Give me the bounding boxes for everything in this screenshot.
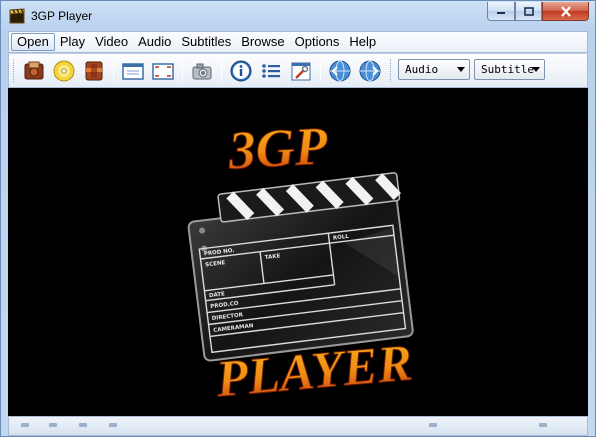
fullscreen-button[interactable] — [150, 58, 176, 84]
clapperboard-graphic: PROD NO. SCENE TAKE ROLL DATE PROD.CO DI… — [187, 172, 414, 362]
snapshot-button[interactable] — [189, 58, 215, 84]
menu-open[interactable]: Open — [11, 33, 55, 51]
open-disc-icon — [53, 60, 75, 82]
status-indicator — [539, 423, 547, 427]
globe-left-icon — [329, 60, 351, 82]
clapperboard-icon — [9, 8, 25, 24]
toolbar-separator — [113, 60, 114, 81]
toolbar-separator — [182, 60, 183, 81]
chevron-down-icon — [457, 67, 465, 72]
window-mode-icon — [122, 63, 144, 80]
status-indicator — [49, 423, 57, 427]
toolbar-separator — [221, 60, 222, 81]
open-file-button[interactable] — [21, 58, 47, 84]
menu-subtitles[interactable]: Subtitles — [176, 33, 236, 51]
subtitle-dropdown-label: Subtitle — [481, 63, 534, 76]
open-disc-button[interactable] — [51, 58, 77, 84]
globe-right-button[interactable] — [357, 58, 383, 84]
status-indicator — [21, 423, 29, 427]
toolbar: Audio Subtitle — [8, 54, 588, 88]
menu-options[interactable]: Options — [290, 33, 345, 51]
fullscreen-icon — [152, 63, 174, 80]
menu-help[interactable]: Help — [344, 33, 381, 51]
audio-dropdown-label: Audio — [405, 63, 439, 76]
close-button[interactable] — [542, 2, 589, 21]
player-logo: 3GP PROD NO. SCENE TAKE ROLL DATE PROD.C… — [187, 115, 415, 409]
app-window: 3GP Player Open Play Video Audio Subtitl… — [0, 0, 596, 437]
globe-left-button[interactable] — [327, 58, 353, 84]
open-file-icon — [24, 61, 44, 80]
close-icon — [560, 5, 571, 17]
minimize-icon — [497, 12, 505, 14]
menu-audio[interactable]: Audio — [133, 33, 176, 51]
window-mode-button[interactable] — [120, 58, 146, 84]
status-indicator — [109, 423, 117, 427]
snapshot-icon — [192, 63, 212, 80]
info-icon — [230, 60, 252, 82]
status-indicator — [429, 423, 437, 427]
status-indicator — [79, 423, 87, 427]
maximize-button[interactable] — [515, 2, 542, 21]
maximize-icon — [523, 6, 534, 16]
globe-right-icon — [359, 60, 381, 82]
toolbar-grip[interactable] — [390, 59, 393, 82]
settings-button[interactable] — [288, 58, 314, 84]
subtitle-dropdown[interactable]: Subtitle — [474, 59, 545, 80]
info-button[interactable] — [228, 58, 254, 84]
open-url-button[interactable] — [81, 58, 107, 84]
menu-browse[interactable]: Browse — [236, 33, 289, 51]
status-bar — [8, 416, 588, 436]
open-url-icon — [85, 61, 103, 81]
menu-video[interactable]: Video — [90, 33, 133, 51]
logo-top-text: 3GP — [226, 115, 330, 180]
video-display[interactable]: 3GP PROD NO. SCENE TAKE ROLL DATE PROD.C… — [8, 88, 588, 416]
playlist-button[interactable] — [258, 58, 284, 84]
menu-play[interactable]: Play — [55, 33, 90, 51]
chevron-down-icon — [532, 67, 540, 72]
toolbar-grip[interactable] — [13, 59, 16, 82]
toolbar-separator — [320, 60, 321, 81]
window-title: 3GP Player — [31, 9, 93, 23]
audio-dropdown[interactable]: Audio — [398, 59, 470, 80]
title-bar[interactable]: 3GP Player — [1, 1, 595, 31]
minimize-button[interactable] — [487, 2, 515, 21]
playlist-icon — [262, 64, 280, 78]
menu-bar: Open Play Video Audio Subtitles Browse O… — [8, 31, 588, 53]
settings-icon — [291, 62, 311, 81]
